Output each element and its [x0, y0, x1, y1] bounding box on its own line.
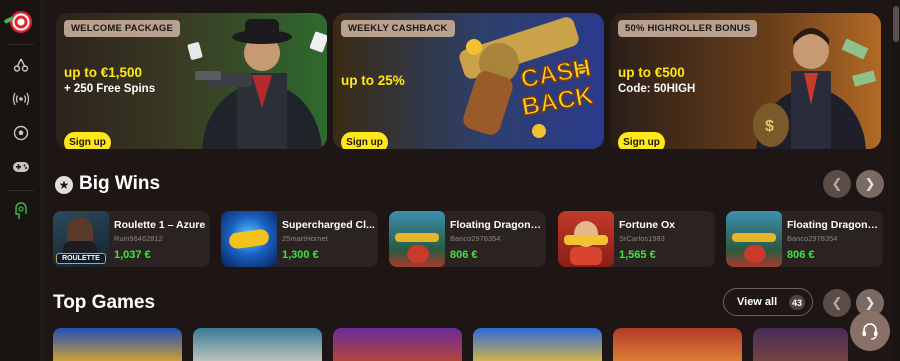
game-thumbnail: ROULETTE — [53, 211, 109, 267]
game-tile[interactable] — [333, 328, 462, 361]
big-win-card[interactable]: Fortune Ox SrCarlos1983 1,565 € — [558, 211, 715, 267]
win-game-name: Roulette 1 – Azure — [114, 219, 206, 231]
game-tile[interactable] — [473, 328, 602, 361]
win-game-name: Floating Dragon -... — [450, 219, 543, 231]
win-username: 25martHornet — [282, 234, 328, 243]
top-games-title: Top Games — [53, 292, 156, 313]
sidebar — [0, 0, 42, 361]
cherry-icon[interactable] — [0, 53, 42, 77]
promo-banner-welcome[interactable]: WELCOME PACKAGE up to €1,500 + 250 Free … — [56, 13, 327, 149]
headset-icon — [862, 323, 878, 340]
win-amount: 806 € — [787, 249, 815, 261]
sidebar-divider — [8, 44, 34, 45]
big-win-card[interactable]: Supercharged Cl... 25martHornet 1,300 € — [221, 211, 378, 267]
game-tile[interactable] — [53, 328, 182, 361]
promo-subtitle: + 250 Free Spins — [64, 83, 156, 95]
win-username: Banco2978354 — [787, 234, 838, 243]
game-thumbnail — [558, 211, 614, 267]
view-all-button[interactable]: View all 43 — [723, 288, 813, 316]
win-username: SrCarlos1983 — [619, 234, 665, 243]
support-chat-button[interactable] — [850, 311, 890, 351]
gangster-illustration — [187, 19, 327, 149]
revolver-cashback-illustration: CASH BACK — [459, 17, 596, 138]
promo-tag: WELCOME PACKAGE — [64, 20, 181, 37]
win-username: Banco2978354 — [450, 234, 501, 243]
scrollbar[interactable] — [892, 0, 900, 361]
big-win-card[interactable]: Floating Dragon -... Banco2978354 806 € — [726, 211, 883, 267]
win-amount: 1,565 € — [619, 249, 656, 261]
game-tile[interactable] — [613, 328, 742, 361]
gamepad-icon[interactable] — [0, 155, 42, 179]
big-win-card[interactable]: ROULETTE Roulette 1 – Azure Ruin96462812… — [53, 211, 210, 267]
win-amount: 1,300 € — [282, 249, 319, 261]
game-thumbnail — [221, 211, 277, 267]
chevron-left-icon[interactable]: ❮ — [823, 289, 851, 317]
win-username: Ruin96462812 — [114, 234, 163, 243]
win-game-name: Supercharged Cl... — [282, 219, 375, 231]
game-tile[interactable] — [193, 328, 322, 361]
promo-amount: up to 25% — [341, 73, 405, 88]
signup-button[interactable]: Sign up — [64, 132, 111, 149]
soccer-ball-icon[interactable] — [0, 121, 42, 145]
promo-subtitle: Code: 50HIGH — [618, 83, 696, 95]
chevron-right-icon[interactable]: ❯ — [856, 170, 884, 198]
live-broadcast-icon[interactable] — [0, 87, 42, 111]
games-count-badge: 43 — [788, 295, 805, 310]
star-icon: ★ — [55, 176, 73, 194]
win-amount: 1,037 € — [114, 249, 151, 261]
svg-text:$: $ — [765, 118, 774, 135]
win-game-name: Fortune Ox — [619, 219, 676, 231]
highroller-illustration: $ — [753, 28, 877, 149]
roulette-thumb-label: ROULETTE — [56, 253, 106, 264]
scrollbar-thumb[interactable] — [893, 6, 899, 42]
game-tile[interactable] — [753, 328, 848, 361]
game-thumbnail — [389, 211, 445, 267]
big-wins-title: Big Wins — [79, 173, 161, 194]
chevron-left-icon[interactable]: ❮ — [823, 170, 851, 198]
promo-amount: up to €500 — [618, 65, 685, 80]
signup-button[interactable]: Sign up — [618, 132, 665, 149]
win-game-name: Floating Dragon -... — [787, 219, 880, 231]
promo-banner-cashback[interactable]: CASH BACK WEEKLY CASHBACK up to 25% Sign… — [333, 13, 604, 149]
game-thumbnail — [726, 211, 782, 267]
responsible-gaming-icon[interactable] — [0, 199, 42, 223]
view-all-label: View all — [737, 296, 778, 308]
promo-tag: WEEKLY CASHBACK — [341, 20, 455, 37]
big-win-card[interactable]: Floating Dragon -... Banco2978354 806 € — [389, 211, 546, 267]
promo-tag: 50% HIGHROLLER BONUS — [618, 20, 758, 37]
sidebar-divider — [8, 190, 34, 191]
logo-icon[interactable] — [0, 10, 42, 34]
win-amount: 806 € — [450, 249, 478, 261]
signup-button[interactable]: Sign up — [341, 132, 388, 149]
promo-amount: up to €1,500 — [64, 65, 143, 80]
promo-banner-highroller[interactable]: $ 50% HIGHROLLER BONUS up to €500 Code: … — [610, 13, 881, 149]
